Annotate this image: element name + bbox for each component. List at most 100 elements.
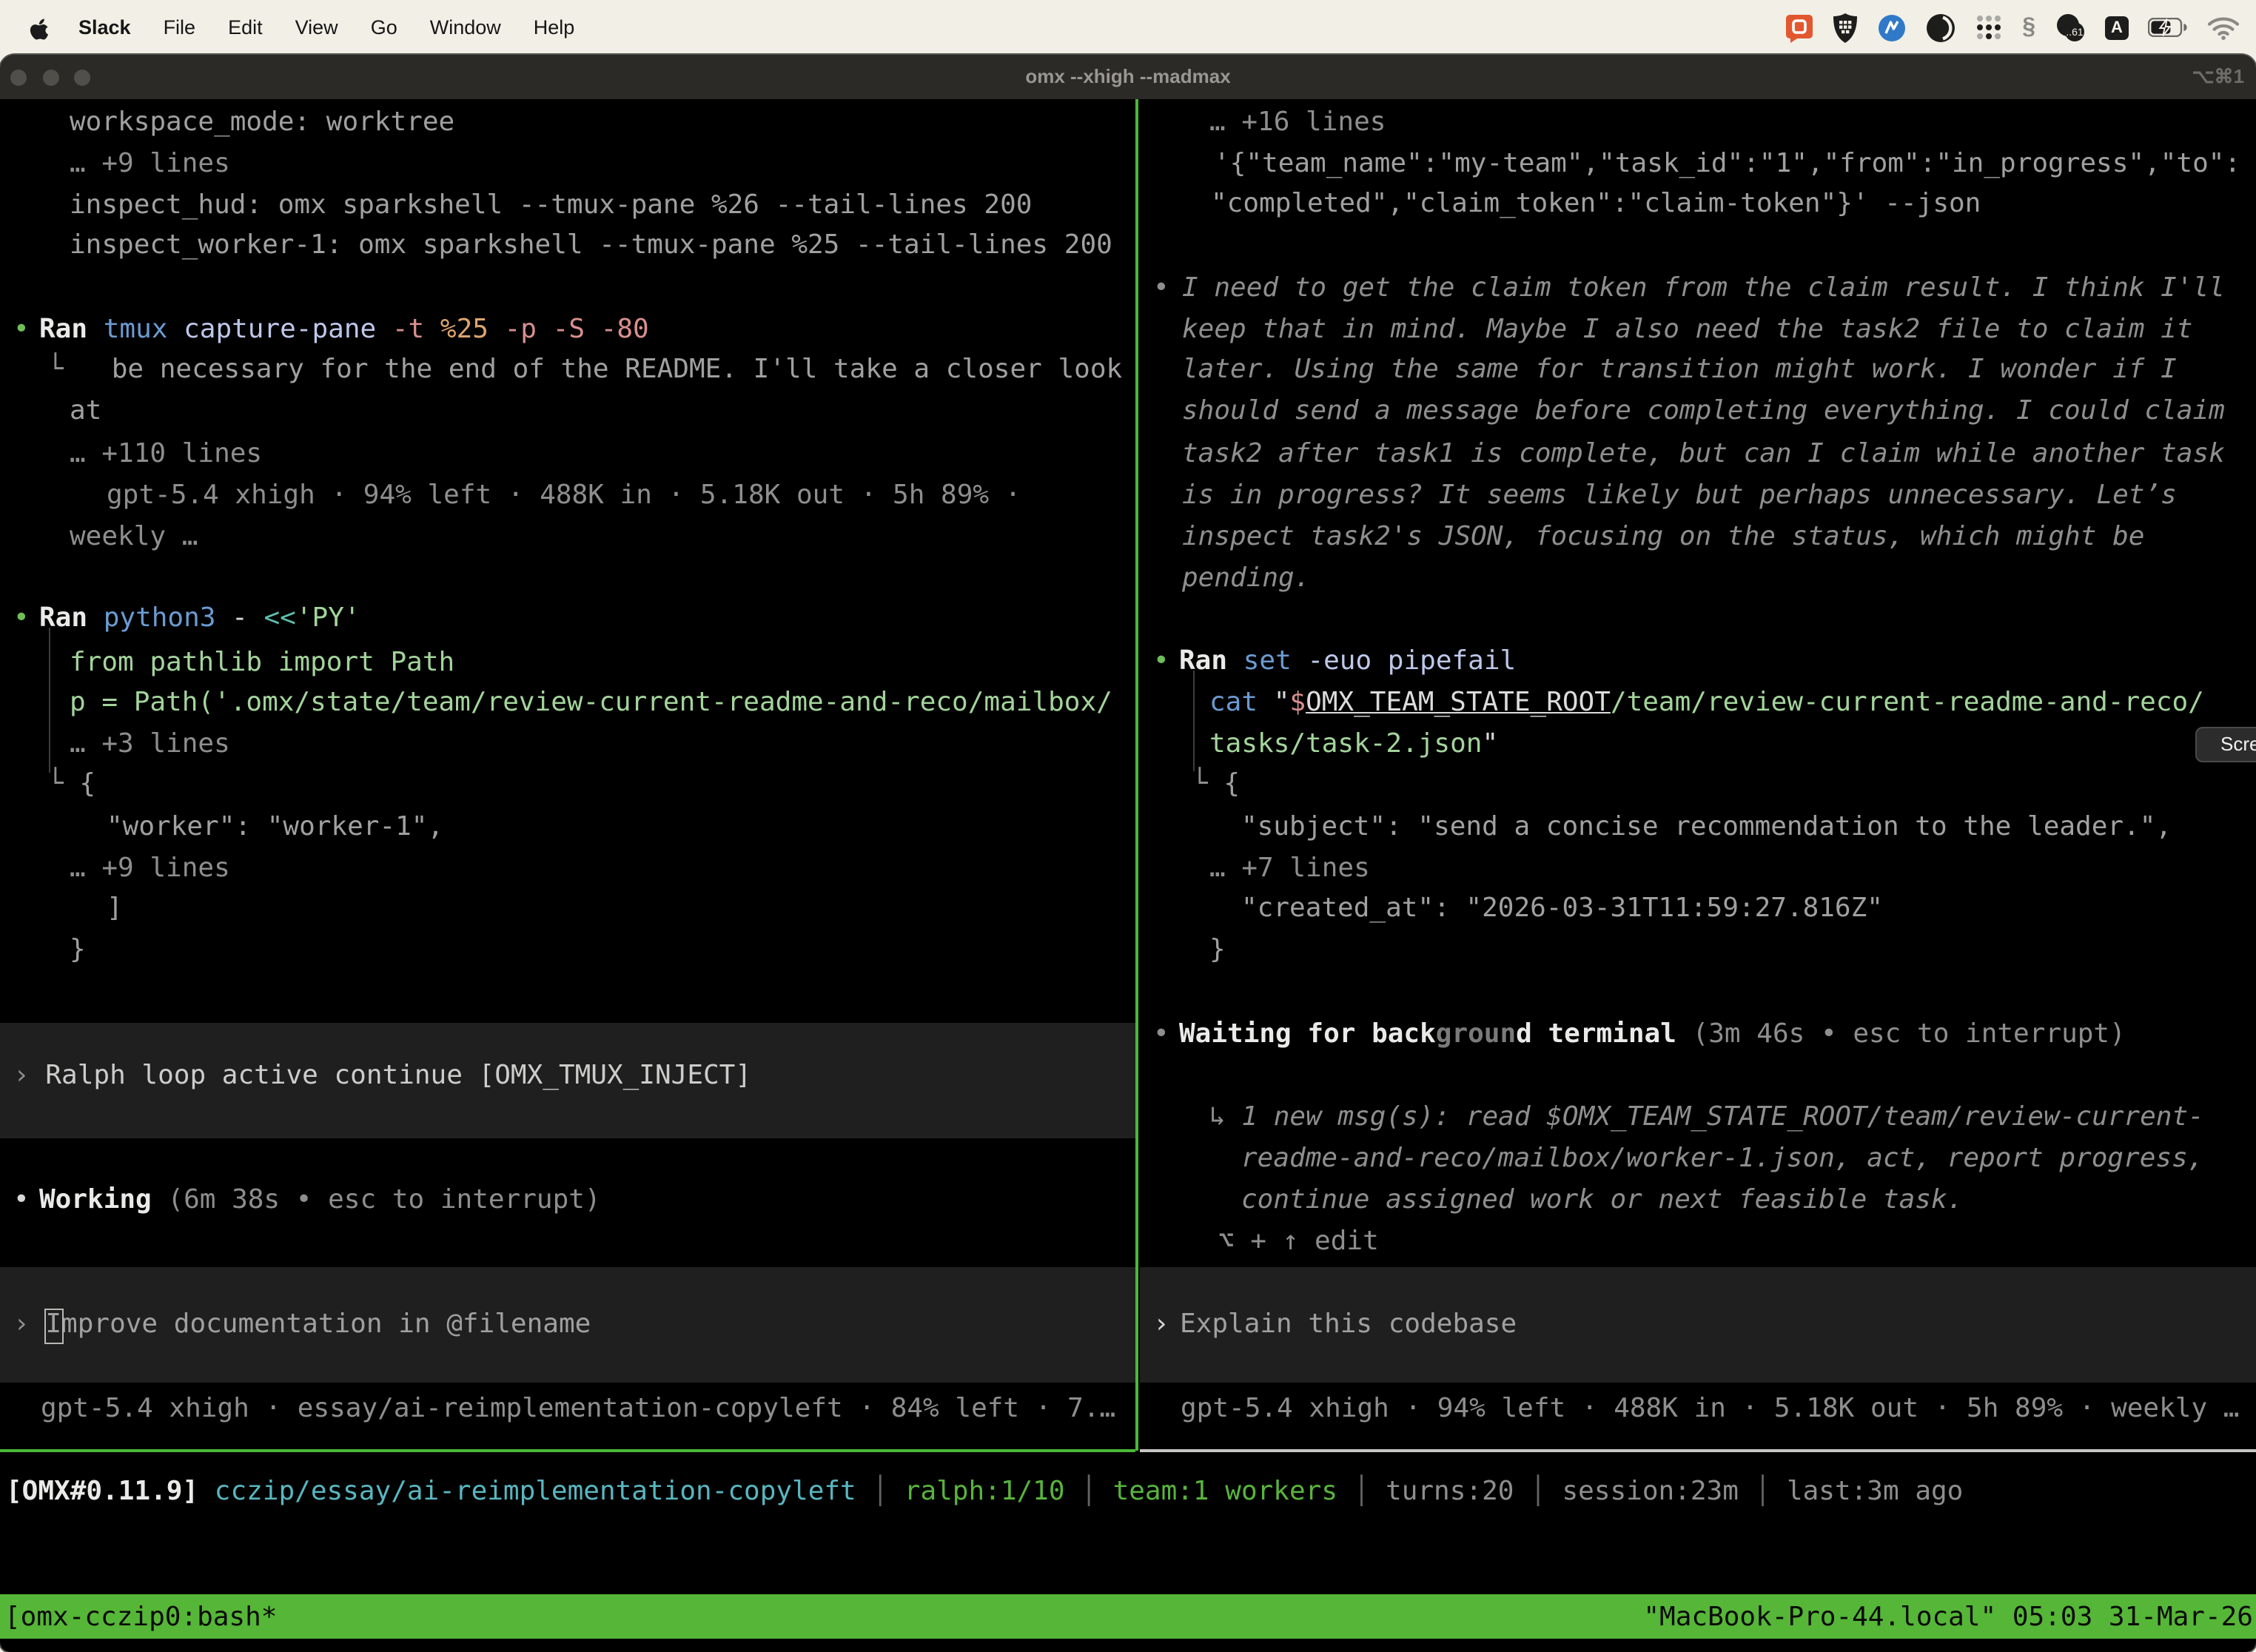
terminal-line: ›Explain this codebase xyxy=(1140,1304,2256,1346)
apple-menu[interactable] xyxy=(18,15,62,40)
line-bullet: • xyxy=(1153,1014,1169,1055)
text-run: gpt-5.4 xhigh · 94% left · 488K in · 5.1… xyxy=(1181,1393,2240,1424)
text-run: cat xyxy=(1209,687,1274,718)
text-run: … +7 lines xyxy=(1209,853,1370,884)
terminal-line: gpt-5.4 xhigh · 94% left · 488K in · 5.1… xyxy=(1140,1389,2256,1430)
text-run: } xyxy=(70,934,86,965)
text-run: set xyxy=(1243,645,1308,676)
terminal-line: … +110 lines xyxy=(0,434,1135,475)
terminal-line: is in progress? It seems likely but perh… xyxy=(1140,475,2256,517)
pane-divider[interactable] xyxy=(1135,99,1138,1451)
text-run: 1 new msg(s): read $OMX_TEAM_STATE_ROOT/… xyxy=(1241,1101,2203,1132)
timer-61-icon[interactable]: ..61 xyxy=(2055,11,2086,44)
input-source-a-icon[interactable]: A xyxy=(2105,11,2129,44)
text-run: Improve documentation in @filename xyxy=(45,1309,591,1340)
terminal-line: from pathlib import Path xyxy=(0,642,1135,684)
terminal-line: … +3 lines xyxy=(0,724,1135,765)
text-run: later. Using the same for transition mig… xyxy=(1182,354,2177,385)
sync-badge-icon[interactable] xyxy=(1877,11,1907,44)
menu-item-window[interactable]: Window xyxy=(414,16,517,38)
text-run: (6m 38s • esc to interrupt) xyxy=(152,1184,601,1215)
input-source-label: A xyxy=(2105,16,2129,39)
text-run: Waiting for back xyxy=(1179,1018,1436,1050)
terminal-line: •Ran tmux capture-pane -t %25 -p -S -80 xyxy=(0,309,1135,351)
text-run: … +16 lines xyxy=(1209,107,1386,138)
terminal-line: pending. xyxy=(1140,558,2256,600)
text-run: session:23m xyxy=(1562,1476,1738,1507)
tmux-pane-worker[interactable]: workspace_mode: worktree… +9 linesinspec… xyxy=(0,99,1135,1451)
text-run: cczip/essay/ai-reimplementation-copyleft xyxy=(215,1476,856,1507)
wifi-icon[interactable] xyxy=(2207,11,2240,44)
terminal-line: workspace_mode: worktree xyxy=(0,102,1135,144)
battery-charging-icon[interactable] xyxy=(2148,11,2188,44)
text-run: › xyxy=(13,1060,45,1091)
line-bullet: • xyxy=(1153,268,1169,309)
text-run: } xyxy=(1209,934,1226,965)
text-run: python3 xyxy=(104,602,232,634)
text-run: Ran xyxy=(39,602,104,634)
menu-item-help[interactable]: Help xyxy=(517,16,591,38)
text-run: << xyxy=(264,602,296,634)
terminal-line: └ { xyxy=(0,764,1135,805)
text-run: tmux xyxy=(104,314,184,345)
terminal-line: gpt-5.4 xhigh · essay/ai-reimplementatio… xyxy=(0,1389,1135,1430)
text-run: Explain this codebase xyxy=(1180,1309,1517,1340)
tmux-pane-hud[interactable]: … +16 lines '{"team_name":"my-team","task… xyxy=(1140,99,2256,1451)
text-run: │ xyxy=(1739,1476,1787,1507)
text-run: %25 xyxy=(440,314,505,345)
privacy-shield-icon[interactable] xyxy=(1833,11,1858,44)
window-title-bar[interactable]: omx --xhigh --madmax ⌥⌘1 xyxy=(0,55,2256,99)
text-run: -p -S -80 xyxy=(505,314,649,345)
text-run: p = Path('.omx/state/team/review-current… xyxy=(70,687,1112,718)
terminal-line: •Ran set -euo pipefail xyxy=(1140,641,2256,682)
active-app-name[interactable]: Slack xyxy=(62,16,147,38)
squiggle-icon[interactable]: § xyxy=(2022,11,2035,44)
text-run: I need to get the claim token from the c… xyxy=(1182,272,2225,303)
text-run: "completed","claim_token":"claim-token"}… xyxy=(1211,188,1981,219)
text-run: from pathlib import Path xyxy=(70,647,454,678)
text-run: Ran xyxy=(1179,645,1243,676)
text-run: … +110 lines xyxy=(70,438,262,469)
text-run: ⌥ + ↑ edit xyxy=(1218,1226,1379,1257)
line-bullet: • xyxy=(13,598,30,639)
line-bullet: › xyxy=(13,1304,30,1346)
terminal-line: readme-and-reco/mailbox/worker-1.json, a… xyxy=(1140,1138,2256,1180)
menu-item-view[interactable]: View xyxy=(279,16,355,38)
terminal-window: omx --xhigh --madmax ⌥⌘1 workspace_mode:… xyxy=(0,55,2256,1652)
text-run: Ran xyxy=(39,314,104,345)
terminal-line: } xyxy=(0,930,1135,971)
grid-dots-icon[interactable] xyxy=(1975,11,2003,44)
text-run: gpt-5.4 xhigh · 94% left · 488K in · 5.1… xyxy=(107,480,1021,511)
slack-notification-icon[interactable] xyxy=(1785,11,1813,44)
text-run: │ xyxy=(856,1476,904,1507)
text-run: should send a message before completing … xyxy=(1182,395,2225,426)
terminal-line: ↳ 1 new msg(s): read $OMX_TEAM_STATE_ROO… xyxy=(1140,1097,2256,1138)
menu-item-file[interactable]: File xyxy=(147,16,212,38)
crescent-app-icon[interactable] xyxy=(1926,11,1955,44)
line-bullet: • xyxy=(13,309,30,351)
terminal-line: inspect task2's JSON, focusing on the st… xyxy=(1140,517,2256,558)
text-run: [OMX#0.11.9] xyxy=(6,1476,215,1507)
terminal-line: ] xyxy=(0,888,1135,930)
terminal-line: inspect_hud: omx sparkshell --tmux-pane … xyxy=(0,185,1135,226)
text-run: continue assigned work or next feasible … xyxy=(1241,1184,1963,1215)
menu-item-go[interactable]: Go xyxy=(355,16,414,38)
menu-bar-status-area: § ..61 A xyxy=(1785,11,2256,44)
text-run: pending. xyxy=(1182,563,1310,594)
terminal-line: •Ran python3 - <<'PY' xyxy=(0,598,1135,639)
terminal-line: › Ralph loop active continue [OMX_TMUX_I… xyxy=(0,1055,1135,1097)
window-title: omx --xhigh --madmax xyxy=(0,55,2256,99)
pane-border-left xyxy=(0,1449,1135,1452)
terminal-line: later. Using the same for transition mig… xyxy=(1140,349,2256,391)
menu-item-edit[interactable]: Edit xyxy=(212,16,279,38)
apple-icon xyxy=(30,15,50,40)
text-run: workspace_mode: worktree xyxy=(70,107,454,138)
screen-capture-tooltip[interactable]: Scre xyxy=(2195,727,2256,762)
terminal-line: should send a message before completing … xyxy=(1140,391,2256,432)
text-run: OMX_TEAM_STATE_ROOT xyxy=(1306,687,1611,718)
text-run: capture-pane xyxy=(184,314,392,345)
text-run: Working xyxy=(39,1184,152,1215)
terminal-line: '{"team_name":"my-team","task_id":"1","f… xyxy=(1140,144,2256,185)
terminal-line: keep that in mind. Maybe I also need the… xyxy=(1140,309,2256,351)
text-run: keep that in mind. Maybe I also need the… xyxy=(1182,314,2192,345)
